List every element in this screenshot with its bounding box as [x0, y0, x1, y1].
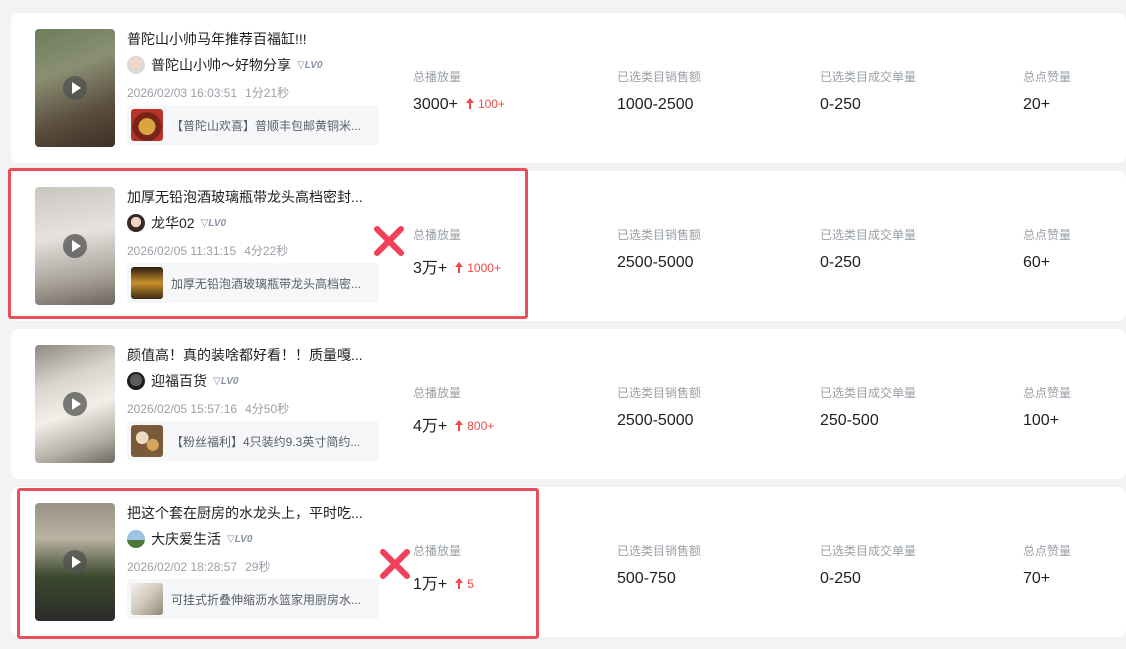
- video-row[interactable]: 普陀山小帅马年推荐百福缸!!! 普陀山小帅～好物分享 ▽LV0 2026/02/…: [11, 13, 1126, 163]
- video-thumbnail[interactable]: [35, 29, 115, 147]
- stat-orders: 已选类目成交单量 0-250: [820, 70, 917, 113]
- author-info: 普陀山小帅～好物分享 ▽LV0: [127, 55, 323, 75]
- arrow-up-icon: [465, 98, 474, 109]
- publish-date: 2026/02/03 16:03:51: [127, 86, 238, 100]
- video-row[interactable]: 颜值高！真的装啥都好看！！质量嘎... 迎福百货 ▽LV0 2026/02/05…: [11, 329, 1126, 479]
- video-duration: 1分21秒: [245, 86, 290, 100]
- stat-orders: 已选类目成交单量 250-500: [820, 386, 917, 429]
- video-list: 普陀山小帅马年推荐百福缸!!! 普陀山小帅～好物分享 ▽LV0 2026/02/…: [0, 0, 1126, 649]
- stat-sales-amount: 已选类目销售额 2500-5000: [617, 386, 702, 429]
- orders-value: 0-250: [820, 96, 861, 113]
- x-mark-icon: [378, 547, 412, 581]
- stat-sales-amount: 已选类目销售额 2500-5000: [617, 228, 702, 271]
- product-name: 【普陀山欢喜】普顺丰包邮黄铜米...: [171, 118, 362, 133]
- video-title[interactable]: 普陀山小帅马年推荐百福缸!!!: [127, 29, 367, 49]
- publish-date: 2026/02/05 15:57:16: [127, 402, 238, 416]
- author-name[interactable]: 普陀山小帅～好物分享: [151, 55, 291, 75]
- plays-delta: 800+: [455, 419, 494, 433]
- product-image: [131, 109, 163, 141]
- likes-value: 100+: [1023, 412, 1060, 429]
- avatar[interactable]: [127, 372, 145, 390]
- product-image: [131, 425, 163, 457]
- video-meta: 2026/02/03 16:03:51 1分21秒: [127, 84, 289, 101]
- product-name: 【粉丝福利】4只装约9.3英寸简约...: [171, 434, 361, 449]
- stat-plays: 总播放量 4万+ 800+: [413, 386, 495, 435]
- product-card[interactable]: 【粉丝福利】4只装约9.3英寸简约...: [127, 421, 379, 461]
- play-icon[interactable]: [63, 392, 87, 416]
- level-badge: ▽LV0: [297, 59, 323, 71]
- video-thumbnail[interactable]: [35, 345, 115, 463]
- sales-amount-value: 2500-5000: [617, 254, 694, 271]
- orders-value: 0-250: [820, 254, 861, 271]
- likes-value: 60+: [1023, 254, 1051, 271]
- product-card[interactable]: 【普陀山欢喜】普顺丰包邮黄铜米...: [127, 105, 379, 145]
- stat-likes: 总点赞量 100+: [1023, 386, 1072, 429]
- stat-sales-amount: 已选类目销售额 1000-2500: [617, 70, 702, 113]
- stat-likes: 总点赞量 60+: [1023, 228, 1072, 271]
- avatar[interactable]: [127, 56, 145, 74]
- sales-amount-value: 500-750: [617, 570, 676, 587]
- stat-likes: 总点赞量 20+: [1023, 70, 1072, 113]
- sales-amount-value: 1000-2500: [617, 96, 694, 113]
- highlight-box: [17, 488, 539, 639]
- video-meta: 2026/02/05 15:57:16 4分50秒: [127, 400, 289, 417]
- stat-sales-amount: 已选类目销售额 500-750: [617, 544, 702, 587]
- orders-value: 0-250: [820, 570, 861, 587]
- plays-delta: 100+: [465, 97, 505, 111]
- likes-value: 70+: [1023, 570, 1051, 587]
- sales-amount-value: 2500-5000: [617, 412, 694, 429]
- plays-value: 4万+: [413, 418, 448, 435]
- stat-orders: 已选类目成交单量 0-250: [820, 544, 917, 587]
- level-badge: ▽LV0: [213, 375, 239, 387]
- stat-plays: 总播放量 3000+ 100+: [413, 70, 505, 113]
- author-name[interactable]: 迎福百货: [151, 371, 207, 391]
- video-duration: 4分50秒: [245, 402, 290, 416]
- stat-likes: 总点赞量 70+: [1023, 544, 1072, 587]
- arrow-up-icon: [455, 420, 464, 431]
- x-mark-icon: [372, 224, 406, 258]
- play-icon[interactable]: [63, 76, 87, 100]
- video-title[interactable]: 颜值高！真的装啥都好看！！质量嘎...: [127, 345, 367, 365]
- plays-value: 3000+: [413, 96, 458, 113]
- author-info: 迎福百货 ▽LV0: [127, 371, 239, 391]
- orders-value: 250-500: [820, 412, 879, 429]
- highlight-box: [8, 168, 528, 319]
- likes-value: 20+: [1023, 96, 1051, 113]
- stat-orders: 已选类目成交单量 0-250: [820, 228, 917, 271]
